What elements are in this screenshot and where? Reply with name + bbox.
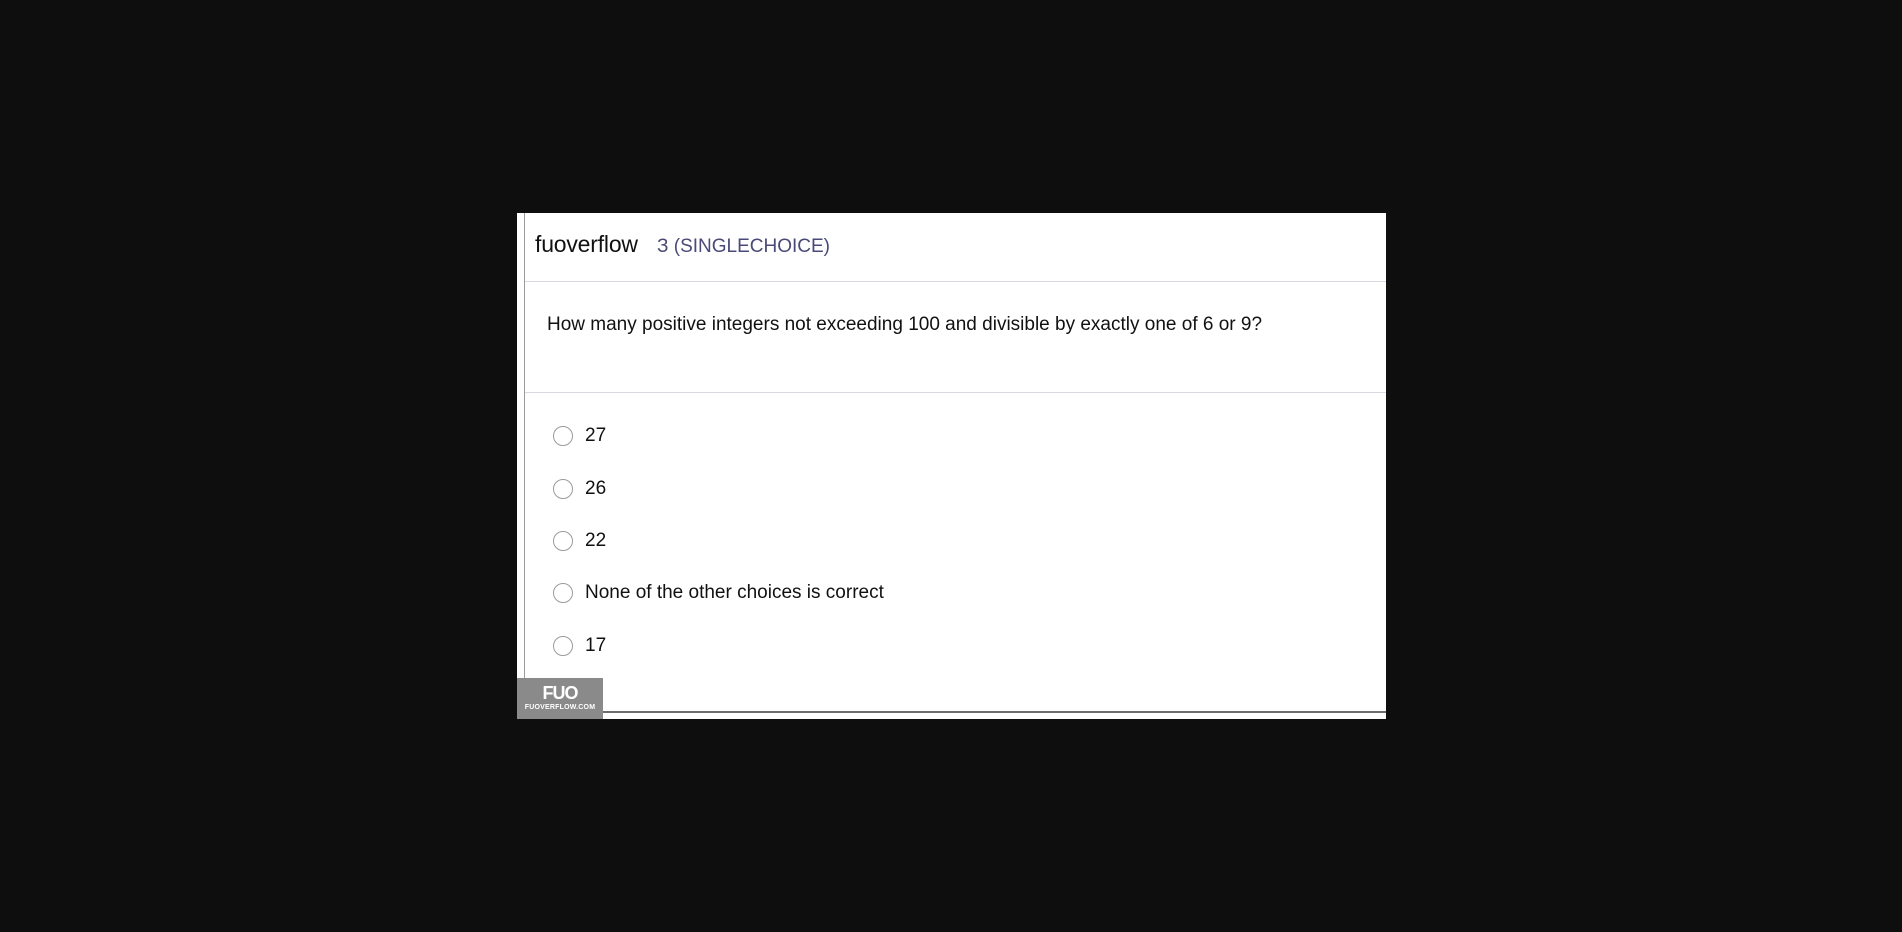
- option-label: 26: [585, 478, 607, 499]
- brand-name: fuoverflow: [535, 231, 638, 257]
- radio-button[interactable]: [553, 531, 573, 551]
- radio-button[interactable]: [553, 479, 573, 499]
- option-27[interactable]: 27: [553, 421, 606, 451]
- option-17[interactable]: 17: [553, 631, 606, 661]
- question-card: fuoverflow З (SINGLECHOICE) How many pos…: [517, 213, 1386, 719]
- bottom-divider: [517, 711, 1386, 713]
- option-label: 22: [585, 530, 607, 551]
- option-label: None of the other choices is correct: [585, 582, 884, 603]
- option-label: 27: [585, 425, 607, 446]
- watermark-logo-text: FUO: [542, 683, 579, 703]
- question-type-label: З (SINGLECHOICE): [657, 236, 830, 257]
- watermark-logo: FUO FUOVERFLOW.COM: [517, 678, 603, 719]
- option-22[interactable]: 22: [553, 526, 606, 556]
- option-label: 17: [585, 635, 607, 656]
- card-header: fuoverflow З (SINGLECHOICE): [525, 213, 1386, 282]
- watermark-site-text: FUOVERFLOW.COM: [524, 704, 596, 711]
- radio-button[interactable]: [553, 426, 573, 446]
- question-text: How many positive integers not exceeding…: [547, 314, 1263, 335]
- option-26[interactable]: 26: [553, 474, 606, 504]
- option-none-correct[interactable]: None of the other choices is correct: [553, 578, 884, 608]
- question-section: How many positive integers not exceeding…: [525, 282, 1386, 393]
- radio-button[interactable]: [553, 583, 573, 603]
- radio-button[interactable]: [553, 636, 573, 656]
